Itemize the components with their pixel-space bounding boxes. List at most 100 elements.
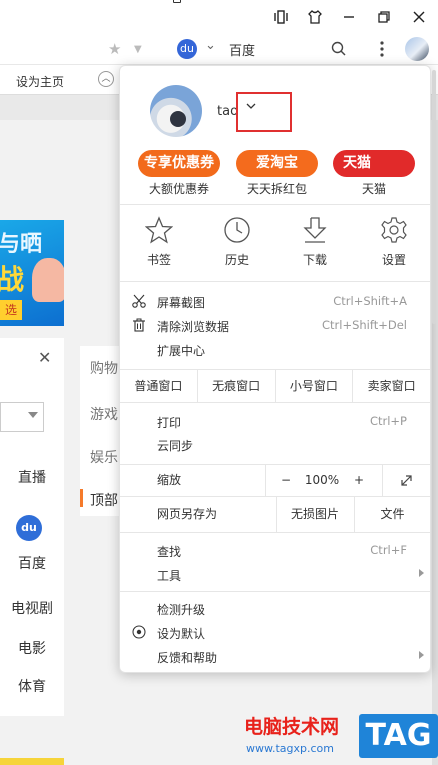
close-window-icon[interactable] [410,8,428,26]
incognito-window-button[interactable]: 无痕窗口 [198,370,276,402]
title-bar [0,0,438,34]
menu-item-shortcut: Ctrl+Shift+Del [322,318,407,332]
zoom-value: 100% [301,465,343,496]
clock-icon [223,216,251,244]
menu-item-label: 屏幕截图 [157,294,205,311]
tool-settings[interactable]: 设置 [364,216,424,268]
watermark-url: www.tagxp.com [246,742,334,755]
close-icon[interactable]: ✕ [38,348,51,367]
menu-item-check-update[interactable]: 检测升级 [120,597,430,621]
promo-coupon-label[interactable]: 大额优惠券 [138,180,220,197]
category-entertainment[interactable]: 娱乐 [90,447,118,467]
nav-item-live[interactable]: 直播 [0,467,64,487]
menu-item-screenshot[interactable]: 屏幕截图 Ctrl+Shift+A [120,290,430,314]
window-mode-group: 普通窗口 无痕窗口 小号窗口 卖家窗口 [120,369,430,403]
promo-coupon-badge[interactable]: 专享优惠券 [138,150,220,177]
baidu-paw-icon[interactable]: du [177,39,197,59]
save-page-row: 网页另存为 无损图片 文件 [120,497,430,533]
chevron-right-icon [419,651,424,659]
select-arrow-icon [28,412,38,418]
trash-icon [132,318,146,332]
menu-item-print[interactable]: 打印 Ctrl+P [120,410,430,434]
browser-main-menu: tao 专享优惠券 大额优惠券 爱淘宝 天天拆红包 天猫 天猫 书签 历史 下载… [119,65,431,673]
menu-divider [120,204,430,205]
search-engine-label[interactable]: 百度 [229,40,255,59]
profile-dropdown-highlight[interactable] [236,92,292,132]
nav-item-movie[interactable]: 电影 [0,638,64,658]
restore-icon[interactable] [375,8,393,26]
nav-item-sports[interactable]: 体育 [0,676,64,696]
gear-icon [380,216,408,244]
profile-name[interactable]: tao [217,104,238,119]
footer-strip [0,758,64,765]
zoom-in-button[interactable]: + [341,465,377,496]
search-icon[interactable] [331,41,346,59]
menu-item-label: 检测升级 [157,601,205,618]
tool-downloads-label: 下载 [285,251,345,268]
skin-icon[interactable] [306,8,324,26]
menu-item-label: 设为默认 [157,625,205,642]
tool-bookmarks[interactable]: 书签 [129,216,189,268]
lossless-image-button[interactable]: 无损图片 [277,499,353,530]
menu-scrollbar-thumb[interactable] [432,70,436,324]
menu-divider [120,281,430,282]
normal-window-button[interactable]: 普通窗口 [120,370,198,402]
minimize-icon[interactable] [340,8,358,26]
promo-aitaobao-badge[interactable]: 爱淘宝 [236,150,318,177]
promo-aitaobao-label[interactable]: 天天拆红包 [236,180,318,197]
menu-item-shortcut: Ctrl+F [370,543,407,557]
profile-avatar[interactable] [150,85,202,137]
category-shopping[interactable]: 购物 [90,358,118,378]
sidebar-toggle-icon[interactable] [272,8,290,26]
tool-history[interactable]: 历史 [207,216,267,268]
chevron-down-icon[interactable]: ▼ [134,44,142,55]
collapse-chevron-icon[interactable]: ︿ [98,71,114,87]
baidu-logo-icon[interactable]: du [16,515,42,541]
menu-item-label: 查找 [157,543,181,560]
menu-item-cloud-sync[interactable]: 云同步 [120,433,430,457]
menu-item-label: 清除浏览数据 [157,318,229,335]
radio-target-icon [132,625,146,639]
ad-banner[interactable]: 与晒 战 选 [0,220,64,326]
tool-downloads[interactable]: 下载 [285,216,345,268]
save-page-as-label[interactable]: 网页另存为 [157,499,217,530]
category-top[interactable]: 顶部 [90,490,118,510]
more-menu-icon[interactable] [380,41,384,60]
banner-figure [32,258,64,302]
zoom-out-button[interactable]: − [266,465,306,496]
save-file-button[interactable]: 文件 [355,499,430,530]
alt-account-window-button[interactable]: 小号窗口 [276,370,354,402]
menu-item-tools[interactable]: 工具 [120,563,430,587]
nav-item-baidu[interactable]: 百度 [0,553,64,573]
watermark-tag: TAG [359,714,438,758]
category-games[interactable]: 游戏 [90,404,118,424]
promo-tmall-badge[interactable]: 天猫 [333,150,415,177]
download-icon [301,216,329,244]
menu-item-feedback-help[interactable]: 反馈和帮助 [120,645,430,669]
favorite-star-icon[interactable]: ★ [108,40,121,58]
chevron-down-icon[interactable] [246,99,256,114]
menu-item-set-default[interactable]: 设为默认 [120,621,430,645]
watermark: 电脑技术网 www.tagxp.com TAG [244,712,438,765]
menu-item-shortcut: Ctrl+Shift+A [333,294,407,308]
promo-tmall-label[interactable]: 天猫 [333,180,415,197]
fullscreen-icon[interactable] [383,465,430,496]
banner-button[interactable]: 选 [0,300,22,320]
tool-history-label: 历史 [207,251,267,268]
nav-item-tv[interactable]: 电视剧 [0,598,64,618]
menu-item-label: 打印 [157,414,181,431]
menu-item-label: 扩展中心 [157,342,205,359]
user-avatar-button[interactable] [405,37,429,61]
menu-item-find[interactable]: 查找 Ctrl+F [120,539,430,563]
seller-window-button[interactable]: 卖家窗口 [353,370,430,402]
set-home-link[interactable]: 设为主页 [16,73,64,90]
toolbar: ★ ▼ du ⌄ 百度 [0,34,438,64]
menu-item-clear-data[interactable]: 清除浏览数据 Ctrl+Shift+Del [120,314,430,338]
menu-item-extensions[interactable]: 扩展中心 [120,338,430,362]
engine-chevron-icon[interactable]: ⌄ [205,38,216,53]
watermark-title: 电脑技术网 [244,712,339,739]
window-edge-handle [173,0,181,3]
menu-item-label: 反馈和帮助 [157,649,217,666]
zoom-row: 缩放 − 100% + [120,464,430,497]
banner-text-2: 战 [0,258,24,298]
